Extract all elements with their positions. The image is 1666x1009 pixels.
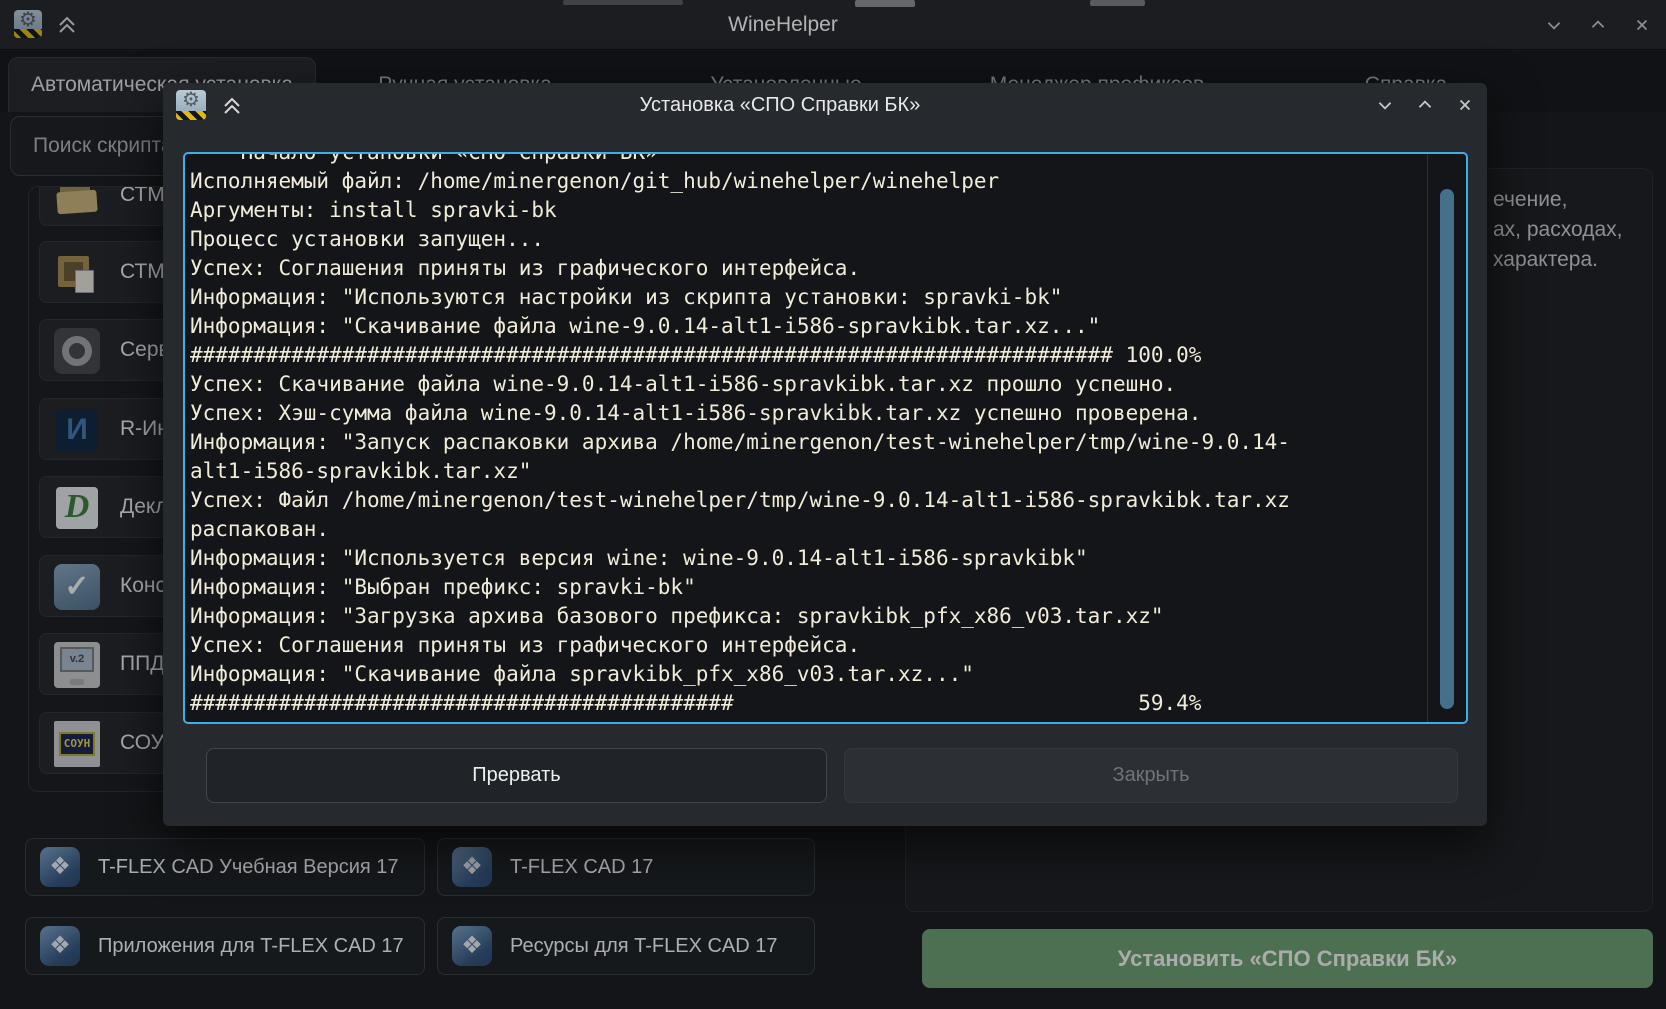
install-log-output[interactable]: Начало установки «СПО Справки БК» Исполн… (183, 152, 1468, 724)
dialog-close-button[interactable] (1455, 95, 1475, 115)
dialog-titlebar: ⚙ Установка «СПО Справки БК» (163, 83, 1487, 127)
scrollbar-thumb[interactable] (1440, 189, 1454, 709)
close-dialog-button[interactable]: Закрыть (844, 748, 1458, 803)
install-log-text: Начало установки «СПО Справки БК» Исполн… (190, 152, 1290, 718)
dialog-minimize-button[interactable] (1375, 95, 1395, 115)
install-dialog: ⚙ Установка «СПО Справки БК» (163, 83, 1487, 826)
dialog-maximize-button[interactable] (1415, 95, 1435, 115)
dialog-title: Установка «СПО Справки БК» (163, 83, 1397, 127)
scrollbar-track-divider (1427, 154, 1428, 722)
screen: ⚙ WineHelper (0, 0, 1666, 1009)
abort-button[interactable]: Прервать (206, 748, 827, 803)
